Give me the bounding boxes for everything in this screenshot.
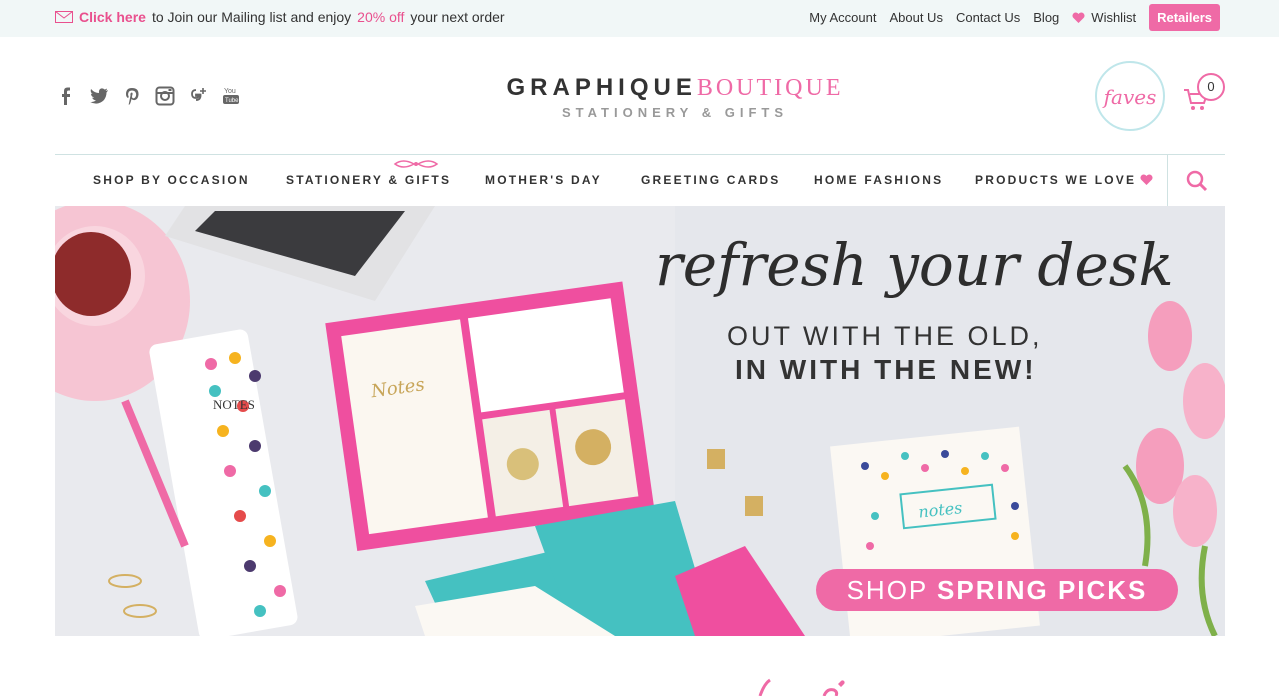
mailing-link[interactable]: Click here <box>79 9 146 25</box>
bow-icon <box>393 160 439 168</box>
twitter-icon[interactable] <box>89 86 109 106</box>
blog-link[interactable]: Blog <box>1033 10 1059 25</box>
nav-mothers-day[interactable]: MOTHER'S DAY <box>485 173 602 187</box>
mail-icon <box>55 11 73 23</box>
cta-word-picks: SPRING PICKS <box>937 575 1148 605</box>
logo-tagline: STATIONERY & GIFTS <box>561 105 789 120</box>
promo-text-end: your next order <box>410 9 505 25</box>
nav-stationery-gifts[interactable]: STATIONERY & GIFTS <box>286 173 451 187</box>
script-decoration <box>758 678 845 696</box>
shop-spring-picks-button[interactable]: SHOP SPRING PICKS <box>816 569 1178 611</box>
social-links: You Tube <box>56 86 241 106</box>
promo-discount: 20% off <box>357 9 405 25</box>
pinterest-icon[interactable] <box>122 86 142 106</box>
heart-icon <box>1140 174 1153 185</box>
notes-pad-label: NOTES <box>213 397 255 412</box>
top-bar: Click here to Join our Mailing list and … <box>0 0 1279 37</box>
nav-greeting-cards[interactable]: GREETING CARDS <box>641 173 780 187</box>
site-logo[interactable]: GRAPHIQUEBOUTIQUE STATIONERY & GIFTS <box>500 74 850 120</box>
top-links: My Account About Us Contact Us Blog Wish… <box>809 4 1220 31</box>
my-account-link[interactable]: My Account <box>809 10 876 25</box>
about-us-link[interactable]: About Us <box>889 10 942 25</box>
svg-text:You: You <box>224 88 236 95</box>
nav-home-fashions[interactable]: HOME FASHIONS <box>814 173 943 187</box>
wishlist-link[interactable]: Wishlist <box>1072 10 1136 25</box>
youtube-icon[interactable]: You Tube <box>221 86 241 106</box>
hero-banner[interactable]: NOTES Notes notes refresh your desk OUT … <box>55 206 1225 636</box>
heart-icon <box>1072 11 1085 23</box>
retailers-button[interactable]: Retailers <box>1149 4 1220 31</box>
cart-count[interactable]: 0 <box>1197 73 1225 101</box>
mailing-promo: Click here to Join our Mailing list and … <box>55 9 505 25</box>
instagram-icon[interactable] <box>155 86 175 106</box>
wishlist-label: Wishlist <box>1091 10 1137 25</box>
hero-headline: refresh your desk <box>655 231 1174 299</box>
facebook-icon[interactable] <box>56 86 76 106</box>
promo-text: to Join our Mailing list and enjoy <box>151 9 352 25</box>
svg-text:Tube: Tube <box>225 98 239 104</box>
logo-wordmark: GRAPHIQUEBOUTIQUE <box>506 74 844 101</box>
badge-faves-text: faves <box>1103 85 1157 109</box>
nav-products-we-love[interactable]: PRODUCTS WE LOVE <box>975 173 1153 187</box>
nav-products-we-love-label: PRODUCTS WE LOVE <box>975 173 1137 187</box>
hero-subline-2: IN WITH THE NEW! <box>735 354 1037 385</box>
contact-us-link[interactable]: Contact Us <box>956 10 1020 25</box>
google-plus-icon[interactable] <box>188 86 208 106</box>
main-nav: SHOP BY OCCASION STATIONERY & GIFTS MOTH… <box>55 154 1225 206</box>
search-icon <box>1186 170 1208 192</box>
cta-word-shop: SHOP <box>846 575 928 605</box>
search-button[interactable] <box>1167 155 1225 206</box>
hero-subline-1: OUT WITH THE OLD, <box>727 321 1043 351</box>
desk-refresh-faves-badge[interactable]: faves <box>1095 61 1165 131</box>
nav-shop-by-occasion[interactable]: SHOP BY OCCASION <box>93 173 250 187</box>
